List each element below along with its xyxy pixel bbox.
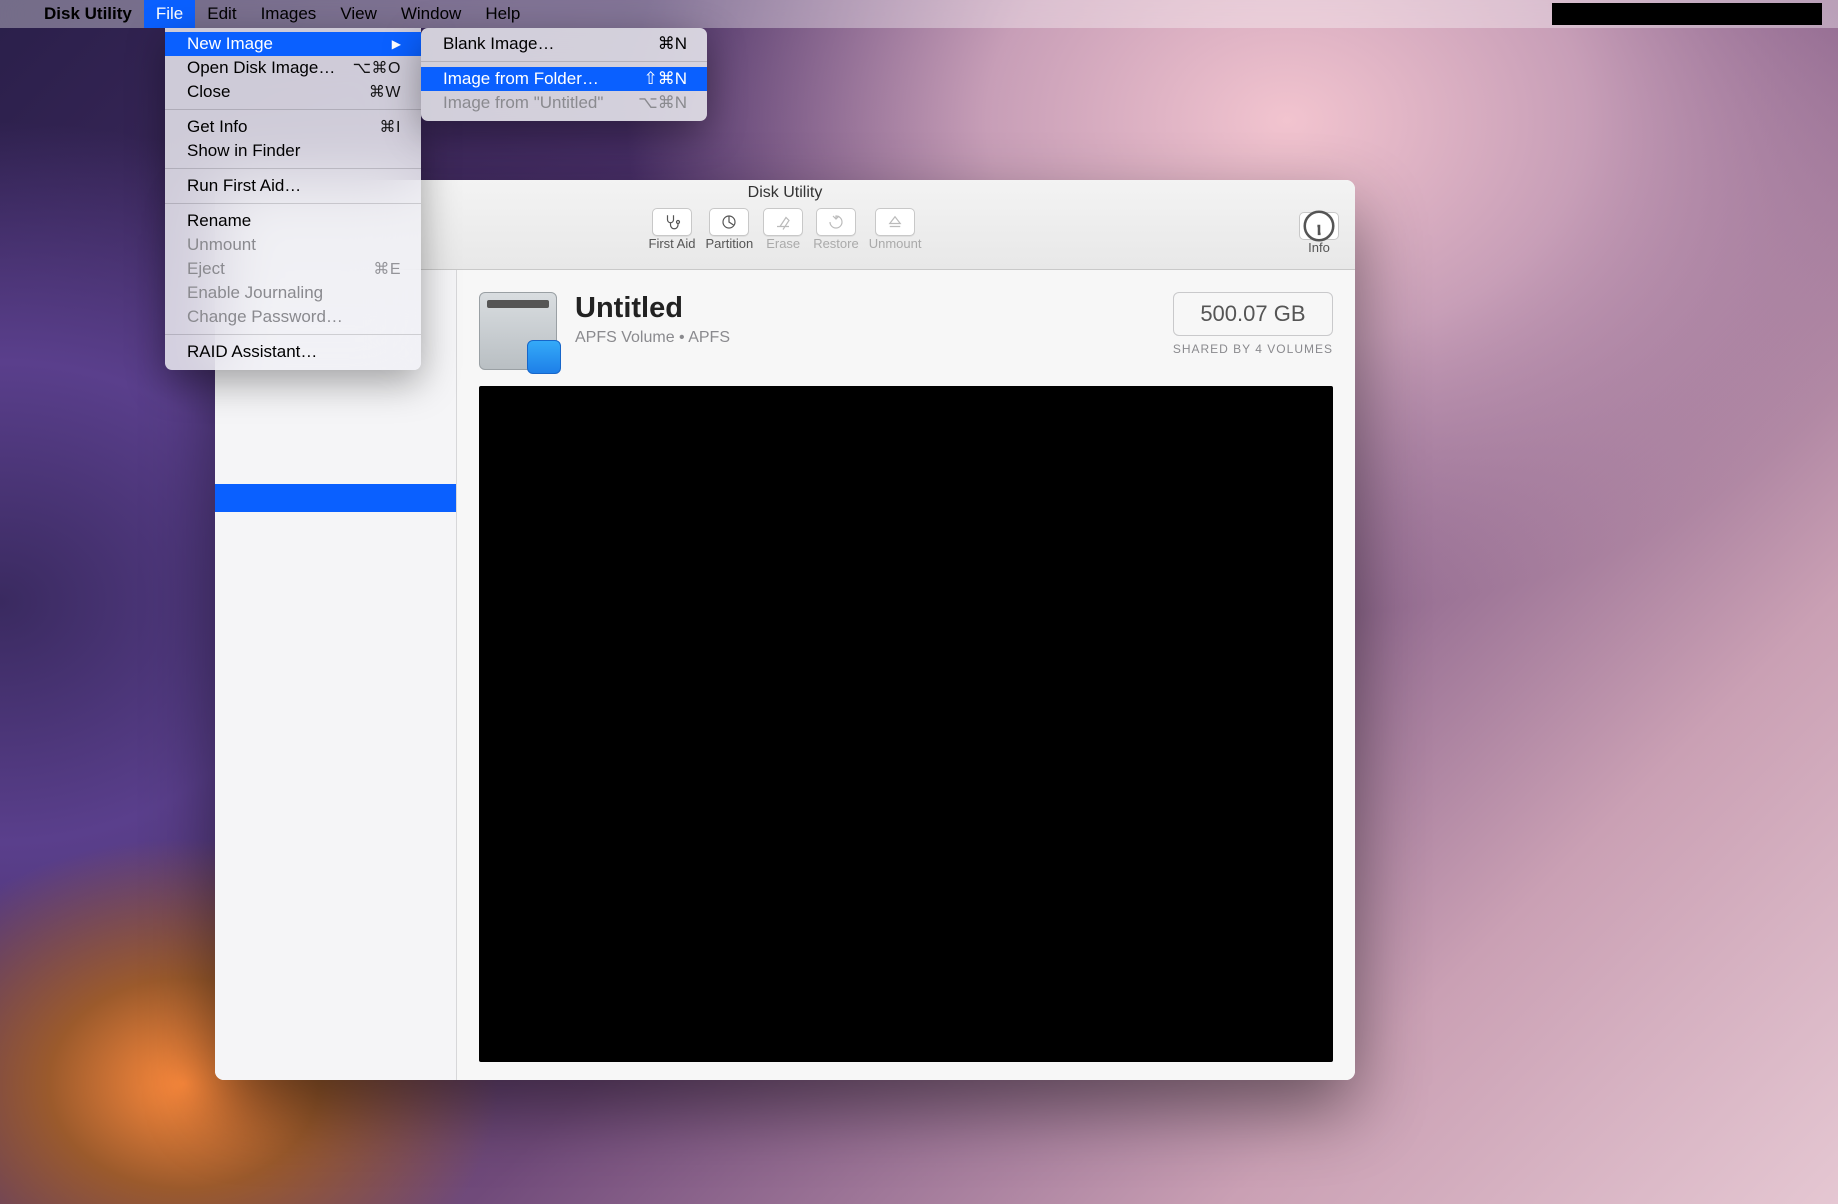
menuitem-unmount: Unmount	[165, 233, 421, 257]
menu-separator	[421, 61, 707, 62]
menu-separator	[165, 203, 421, 204]
sidebar[interactable]	[215, 270, 457, 1080]
menuitem-label: Eject	[187, 259, 225, 279]
submenuitem-blank-image[interactable]: Blank Image… ⌘N	[421, 32, 707, 56]
submenuitem-image-from-untitled: Image from "Untitled" ⌥⌘N	[421, 91, 707, 115]
erase-icon	[774, 213, 792, 231]
eject-icon	[886, 213, 904, 231]
shortcut: ⌘N	[658, 34, 687, 54]
menuitem-open-disk-image[interactable]: Open Disk Image… ⌥⌘O	[165, 56, 421, 80]
menuitem-label: New Image	[187, 34, 273, 54]
tool-label: Erase	[766, 236, 800, 251]
menuitem-label: Image from "Untitled"	[443, 93, 603, 113]
shortcut: ⌥⌘O	[353, 58, 401, 78]
disk-icon	[479, 292, 557, 370]
menuitem-change-password: Change Password…	[165, 305, 421, 329]
tool-info[interactable]: Info	[1299, 212, 1339, 255]
volume-text: Untitled APFS Volume • APFS	[575, 292, 730, 347]
menu-separator	[165, 109, 421, 110]
menuitem-new-image[interactable]: New Image ▶	[165, 32, 421, 56]
menuitem-label: RAID Assistant…	[187, 342, 317, 362]
tool-label: Info	[1308, 240, 1330, 255]
volume-size-box: 500.07 GB SHARED BY 4 VOLUMES	[1173, 292, 1333, 356]
menuitem-show-in-finder[interactable]: Show in Finder	[165, 139, 421, 163]
shortcut: ⌘W	[369, 82, 401, 102]
content-redacted	[479, 386, 1333, 1062]
menuitem-label: Change Password…	[187, 307, 343, 327]
menu-separator	[165, 168, 421, 169]
app-name[interactable]: Disk Utility	[32, 4, 144, 24]
shortcut: ⌘E	[373, 259, 401, 279]
file-menu-dropdown: New Image ▶ Open Disk Image… ⌥⌘O Close ⌘…	[165, 28, 421, 370]
menubar: Disk Utility File Edit Images View Windo…	[0, 0, 1838, 28]
tool-label: Restore	[813, 236, 859, 251]
tool-label: First Aid	[649, 236, 696, 251]
volume-size: 500.07 GB	[1173, 292, 1333, 336]
tool-partition[interactable]: Partition	[705, 208, 753, 251]
menuitem-label: Run First Aid…	[187, 176, 301, 196]
menuitem-label: Get Info	[187, 117, 247, 137]
main-pane: Untitled APFS Volume • APFS 500.07 GB SH…	[457, 270, 1355, 1080]
window-body: Untitled APFS Volume • APFS 500.07 GB SH…	[215, 270, 1355, 1080]
menu-window[interactable]: Window	[389, 0, 473, 28]
tool-erase: Erase	[763, 208, 803, 251]
menuitem-enable-journaling: Enable Journaling	[165, 281, 421, 305]
menuitem-label: Close	[187, 82, 230, 102]
toolbar: First Aid Partition Erase Restore Unmoun…	[649, 208, 922, 251]
volume-header: Untitled APFS Volume • APFS 500.07 GB SH…	[479, 292, 1333, 370]
menuitem-label: Rename	[187, 211, 251, 231]
menubar-right-redacted	[1552, 3, 1822, 25]
shortcut: ⌘I	[380, 117, 401, 137]
restore-icon	[827, 213, 845, 231]
menuitem-label: Unmount	[187, 235, 256, 255]
menu-edit[interactable]: Edit	[195, 0, 248, 28]
volume-subtitle: APFS Volume • APFS	[575, 329, 730, 347]
tool-first-aid[interactable]: First Aid	[649, 208, 696, 251]
menu-view[interactable]: View	[328, 0, 389, 28]
submenuitem-image-from-folder[interactable]: Image from Folder… ⇧⌘N	[421, 67, 707, 91]
menuitem-label: Open Disk Image…	[187, 58, 335, 78]
tool-restore: Restore	[813, 208, 859, 251]
menuitem-get-info[interactable]: Get Info ⌘I	[165, 115, 421, 139]
submenu-arrow-icon: ▶	[392, 37, 401, 51]
shortcut: ⌥⌘N	[638, 93, 687, 113]
menuitem-label: Blank Image…	[443, 34, 555, 54]
menuitem-eject: Eject ⌘E	[165, 257, 421, 281]
menuitem-label: Enable Journaling	[187, 283, 323, 303]
menu-file[interactable]: File	[144, 0, 195, 28]
sidebar-selection[interactable]	[215, 484, 456, 512]
volume-name: Untitled	[575, 292, 730, 325]
menuitem-close[interactable]: Close ⌘W	[165, 80, 421, 104]
new-image-submenu: Blank Image… ⌘N Image from Folder… ⇧⌘N I…	[421, 28, 707, 121]
tool-label: Partition	[705, 236, 753, 251]
menu-help[interactable]: Help	[473, 0, 532, 28]
menu-separator	[165, 334, 421, 335]
tool-unmount: Unmount	[869, 208, 922, 251]
tool-label: Unmount	[869, 236, 922, 251]
pie-icon	[720, 213, 738, 231]
stethoscope-icon	[663, 213, 681, 231]
menu-images[interactable]: Images	[249, 0, 329, 28]
menuitem-label: Image from Folder…	[443, 69, 599, 89]
menuitem-raid-assistant[interactable]: RAID Assistant…	[165, 340, 421, 364]
volume-shared-caption: SHARED BY 4 VOLUMES	[1173, 342, 1333, 356]
menuitem-label: Show in Finder	[187, 141, 300, 161]
window-title: Disk Utility	[748, 184, 823, 202]
shortcut: ⇧⌘N	[643, 69, 687, 89]
menuitem-run-first-aid[interactable]: Run First Aid…	[165, 174, 421, 198]
menuitem-rename[interactable]: Rename	[165, 209, 421, 233]
